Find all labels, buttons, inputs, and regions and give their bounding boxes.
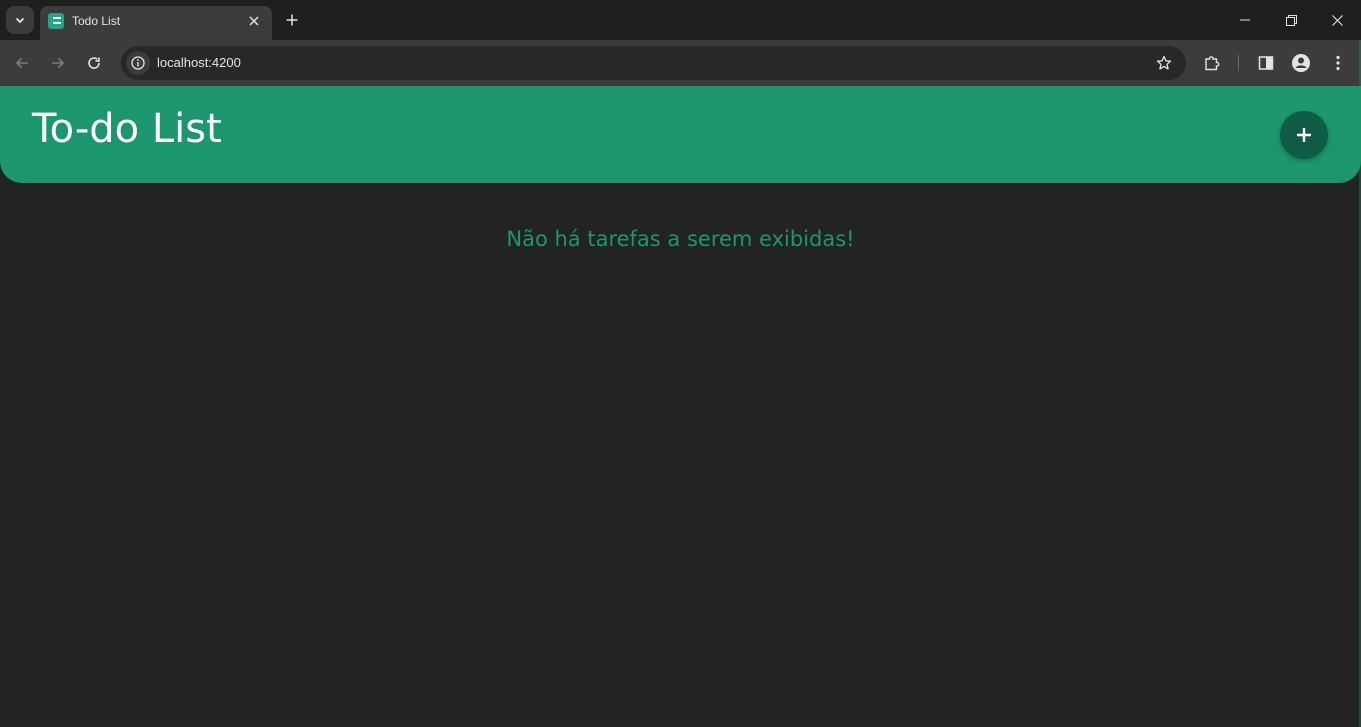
side-panel-icon bbox=[1258, 56, 1274, 70]
browser-tab[interactable]: Todo List bbox=[40, 6, 272, 40]
plus-icon bbox=[1297, 128, 1311, 142]
minimize-icon bbox=[1240, 19, 1250, 21]
restore-button[interactable] bbox=[1268, 0, 1314, 40]
info-icon bbox=[131, 56, 145, 70]
reload-icon bbox=[88, 57, 100, 69]
bookmark-button[interactable] bbox=[1152, 51, 1176, 75]
site-info-button[interactable] bbox=[126, 51, 150, 75]
forward-button[interactable] bbox=[44, 49, 72, 77]
app-page: To-do List Não há tarefas a serem exibid… bbox=[0, 86, 1361, 727]
profile-icon bbox=[1292, 54, 1310, 72]
chevron-down-icon bbox=[15, 17, 25, 24]
restore-icon bbox=[1285, 14, 1297, 26]
back-button[interactable] bbox=[8, 49, 36, 77]
close-icon bbox=[249, 16, 259, 26]
puzzle-icon bbox=[1205, 56, 1220, 71]
tab-title: Todo List bbox=[72, 14, 121, 28]
reload-button[interactable] bbox=[80, 49, 108, 77]
minimize-button[interactable] bbox=[1222, 0, 1268, 40]
add-task-button[interactable] bbox=[1280, 111, 1328, 159]
tab-close-button[interactable] bbox=[244, 11, 264, 31]
app-header: To-do List bbox=[0, 86, 1361, 183]
star-icon bbox=[1156, 55, 1172, 70]
url-text[interactable]: localhost:4200 bbox=[157, 55, 241, 70]
back-arrow-icon bbox=[15, 57, 28, 69]
close-icon bbox=[1331, 14, 1343, 26]
plus-icon bbox=[286, 14, 298, 26]
tab-strip: Todo List bbox=[0, 0, 1361, 40]
extensions-button[interactable] bbox=[1198, 49, 1226, 77]
browser-toolbar: localhost:4200 bbox=[0, 40, 1361, 86]
toolbar-divider bbox=[1238, 55, 1239, 71]
close-window-button[interactable] bbox=[1314, 0, 1360, 40]
profile-button[interactable] bbox=[1287, 49, 1315, 77]
empty-state-message: Não há tarefas a serem exibidas! bbox=[506, 227, 855, 251]
browser-menu-button[interactable] bbox=[1324, 49, 1352, 77]
kebab-menu-icon bbox=[1336, 55, 1340, 71]
todo-favicon-icon bbox=[48, 13, 64, 29]
tab-search-button[interactable] bbox=[6, 6, 34, 34]
new-tab-button[interactable] bbox=[280, 6, 304, 34]
side-panel-button[interactable] bbox=[1252, 49, 1280, 77]
address-bar[interactable]: localhost:4200 bbox=[121, 46, 1186, 80]
page-title: To-do List bbox=[32, 106, 222, 152]
forward-arrow-icon bbox=[52, 57, 65, 69]
